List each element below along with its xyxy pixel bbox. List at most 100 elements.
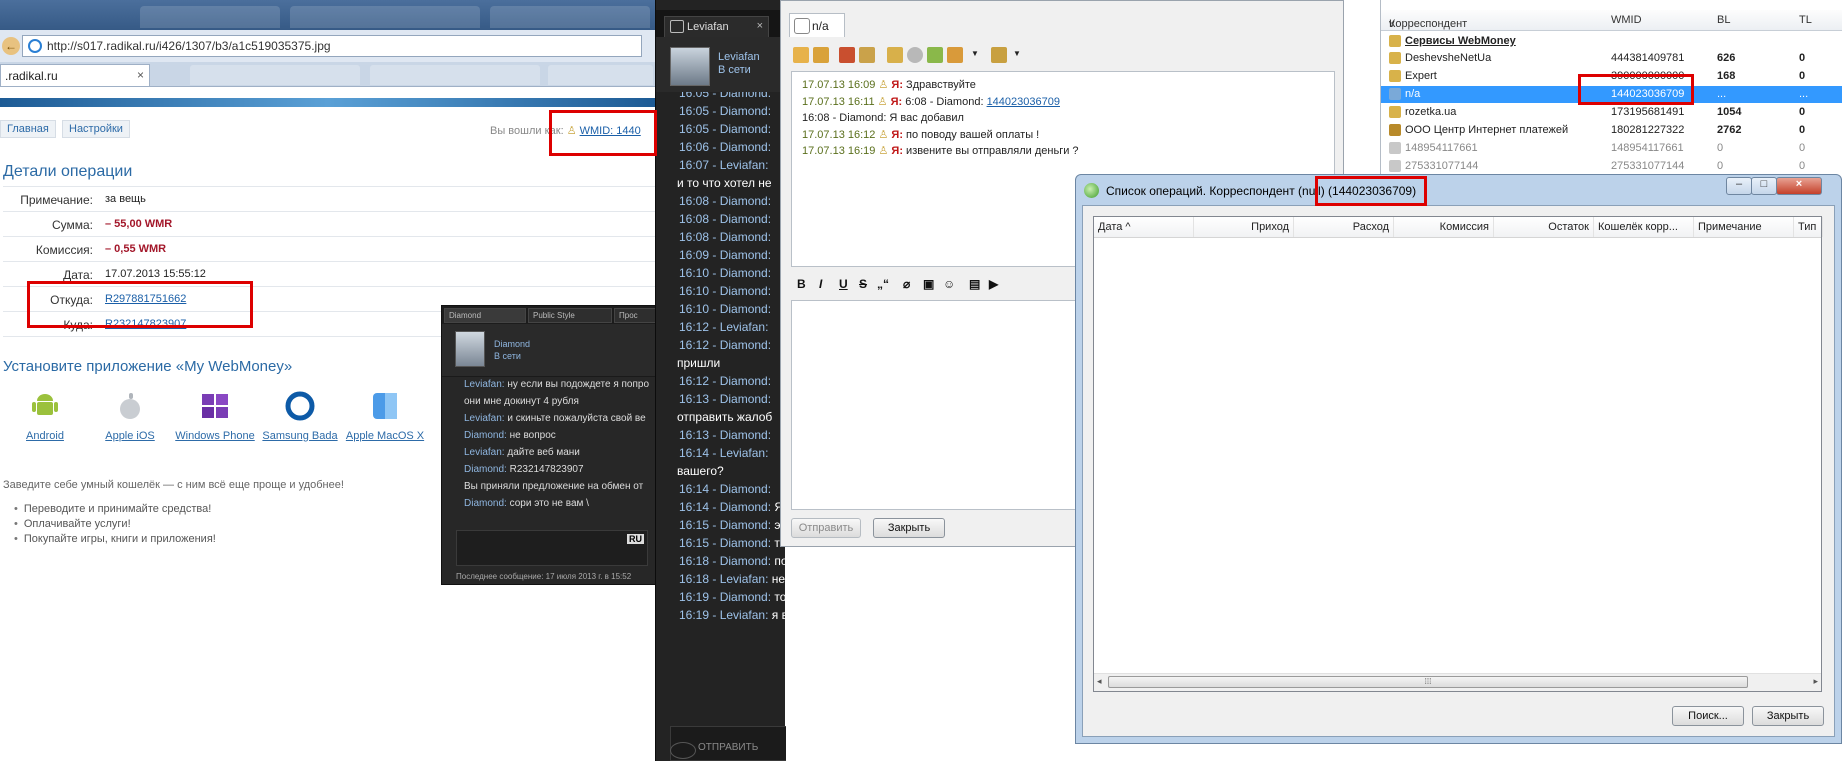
nav-home[interactable]: Главная [0,120,56,138]
correspondent-row[interactable]: 275331077144 275331077144 0 0 [1381,158,1842,175]
chevron-down-icon[interactable]: ▼ [971,49,979,58]
grid-column-header[interactable]: Расход [1294,217,1394,237]
transfer-icon[interactable] [927,47,943,63]
bullet-item: Покупайте игры, книги и приложения! [14,532,216,547]
strike-icon[interactable]: S [859,277,867,291]
group-row[interactable]: Сервисы WebMoney [1381,33,1842,50]
wrench-icon[interactable] [991,47,1007,63]
app-android[interactable]: Android [5,390,85,443]
message-author[interactable]: Diamond: [464,430,507,441]
grid-column-header[interactable]: Тип [1794,217,1823,237]
grid-column-header[interactable]: Примечание [1694,217,1794,237]
close-button[interactable]: Закрыть [873,518,945,538]
message-author[interactable]: Diamond: [464,498,507,509]
small-chat-tab-other[interactable]: Прос [614,308,658,323]
correspondent-row[interactable]: n/a 144023036709...... [1381,86,1842,103]
chat-bubble-icon [794,18,810,34]
grid-column-header[interactable]: Остаток [1494,217,1594,237]
horizontal-scrollbar[interactable]: ◂ ⁞⁞⁞ ▸ [1094,673,1821,691]
active-page-tab[interactable]: .radikal.ru × [0,64,150,86]
card-icon[interactable]: ▤ [969,277,980,291]
language-badge[interactable]: RU [627,534,644,544]
close-window-button[interactable]: × [1776,177,1822,195]
apple-icon [120,393,140,419]
contact-name[interactable]: Diamond [494,339,530,349]
correspondent-row[interactable]: DeshevsheNetUa 444381409781 626 0 [1381,50,1842,67]
browser-tab[interactable] [290,6,480,28]
correspondent-row[interactable]: rozetka.ua 173195681491 1054 0 [1381,104,1842,121]
image-icon[interactable]: ▣ [923,277,934,291]
na-chat-tab[interactable]: n/a [789,13,845,37]
message-author[interactable]: Leviafan: [464,447,505,458]
app-bada[interactable]: Samsung Bada [260,390,340,443]
close-tab-icon[interactable]: × [757,20,763,32]
col-tl[interactable]: TL [1799,14,1812,26]
correspondent-bl: ... [1717,88,1727,100]
purse-link[interactable]: R297881751662 [105,293,186,305]
page-tab[interactable] [548,65,653,85]
large-chat-tab[interactable]: Leviafan × [664,16,769,37]
send-button[interactable]: ОТПРАВИТЬ [698,742,782,759]
invoice-icon[interactable] [947,47,963,63]
wmid-link[interactable]: 144023036709 [987,96,1060,108]
purse-link[interactable]: R232147823907 [105,318,186,330]
search-button[interactable]: Поиск... [1672,706,1744,726]
message-author[interactable]: Leviafan: [464,379,505,390]
grid-column-header[interactable]: Комиссия [1394,217,1494,237]
col-bl[interactable]: BL [1717,14,1730,26]
correspondent-row[interactable]: ООО Центр Интернет платежей 180281227322 2… [1381,122,1842,139]
emoji-icon[interactable] [670,742,696,759]
maximize-button[interactable]: □ [1751,177,1777,195]
emoticon-icon[interactable]: ☺ [943,277,955,291]
browser-tab[interactable] [490,6,650,28]
message-author[interactable]: Diamond: [464,464,507,475]
message-icon[interactable] [887,47,903,63]
gift-icon[interactable] [839,47,855,63]
message-text: не вопрос [509,430,556,441]
page-tab[interactable] [370,65,540,85]
send-button[interactable]: Отправить [791,518,861,538]
op-key: Дата: [63,268,93,282]
trash-icon[interactable] [859,47,875,63]
app-macos[interactable]: Apple MacOS X [345,390,425,443]
page-tab[interactable] [190,65,360,85]
url-field[interactable]: http://s017.radikal.ru/i426/1307/b3/a1c5… [22,35,642,57]
scroll-thumb[interactable]: ⁞⁞⁞ [1108,676,1748,688]
minimize-button[interactable]: – [1726,177,1752,195]
correspondent-row[interactable]: 148954117661 148954117661 0 0 [1381,140,1842,157]
grid-column-header[interactable]: Кошелёк корр... [1594,217,1694,237]
back-arrow-icon[interactable]: ← [2,37,20,55]
small-chat-tab-publicstyle[interactable]: Public Style [528,308,612,323]
chat-message: 16:19 - Leviafan: я вам скрин предостави… [679,608,785,622]
nav-settings[interactable]: Настройки [62,120,130,138]
app-windows-phone[interactable]: Windows Phone [175,390,255,443]
scroll-left-icon[interactable]: ◂ [1097,676,1102,687]
small-chat-tab-diamond[interactable]: Diamond [444,308,526,323]
grid-column-header[interactable]: Приход [1194,217,1294,237]
attach-icon[interactable]: ⌀ [903,277,910,291]
app-ios[interactable]: Apple iOS [90,390,170,443]
wmid-link[interactable]: WMID: 1440 [580,125,641,137]
browser-tab[interactable] [140,6,280,28]
message-author[interactable]: Leviafan: [464,413,505,424]
folder-icon[interactable] [793,47,809,63]
video-icon[interactable]: ▶ [989,277,998,291]
notebook-icon[interactable] [813,47,829,63]
grid-column-header[interactable]: Дата ^ [1094,217,1194,237]
message-time-author: 16:08 - Diamond: [679,212,772,226]
close-button[interactable]: Закрыть [1752,706,1824,726]
close-tab-icon[interactable]: × [137,68,144,82]
correspondent-row[interactable]: Expert 390000000000 168 0 [1381,68,1842,85]
chevron-down-icon[interactable]: ▼ [1013,49,1021,58]
user-icon: ♙ [566,125,577,137]
contact-name[interactable]: Leviafan [718,51,760,63]
android-icon [32,394,58,415]
italic-icon[interactable]: I [819,277,822,291]
underline-icon[interactable]: U [839,277,848,291]
quote-icon[interactable]: „“ [877,277,889,291]
search-icon[interactable] [907,47,923,63]
scroll-right-icon[interactable]: ▸ [1813,676,1818,687]
small-chat-input[interactable]: RU [456,530,648,566]
col-wmid[interactable]: WMID [1611,14,1642,26]
bold-icon[interactable]: B [797,277,806,291]
